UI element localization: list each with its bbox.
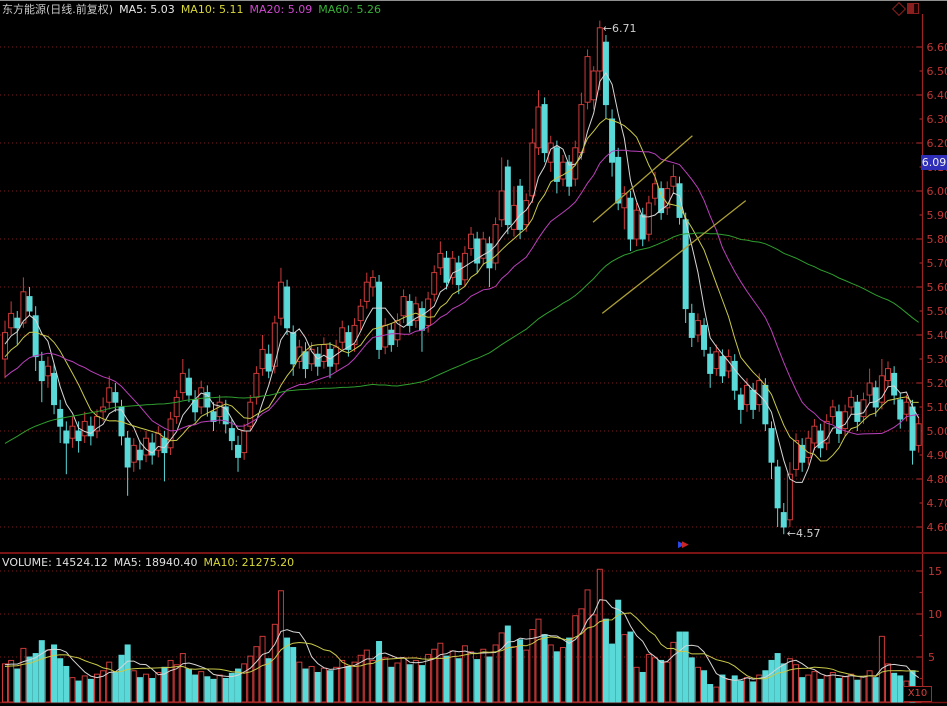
ma60-legend: MA60: 5.26 bbox=[318, 3, 381, 16]
main-chart-header: 东方能源(日线.前复权) MA5: 5.03 MA10: 5.11 MA20: 5.0… bbox=[2, 1, 387, 17]
ma10-legend: MA10: 5.11 bbox=[181, 3, 244, 16]
svg-text:4.60: 4.60 bbox=[927, 521, 947, 534]
svg-text:6.50: 6.50 bbox=[927, 65, 947, 78]
svg-text:5.40: 5.40 bbox=[927, 329, 947, 342]
volume-bars bbox=[3, 569, 922, 702]
high-price-annotation: ←6.71 bbox=[603, 22, 637, 35]
svg-text:6.40: 6.40 bbox=[927, 89, 947, 102]
svg-text:5.00: 5.00 bbox=[927, 425, 947, 438]
svg-text:5.10: 5.10 bbox=[927, 401, 947, 414]
symbol-title: 东方能源(日线.前复权) bbox=[2, 3, 113, 16]
ma5-legend: MA5: 5.03 bbox=[119, 3, 175, 16]
volume-gridlines bbox=[0, 571, 923, 657]
svg-text:15: 15 bbox=[928, 565, 942, 578]
ma20-legend: MA20: 5.09 bbox=[250, 3, 313, 16]
svg-text:5.20: 5.20 bbox=[927, 377, 947, 390]
svg-text:5.90: 5.90 bbox=[927, 209, 947, 222]
page-forward-control[interactable]: ▶▶ bbox=[678, 540, 686, 550]
candlestick-chart[interactable]: 6.606.506.406.306.206.106.005.905.805.70… bbox=[0, 0, 947, 706]
ma60-line bbox=[5, 233, 919, 443]
last-price-axis-marker: 6.09 bbox=[921, 155, 947, 170]
svg-text:5.30: 5.30 bbox=[927, 353, 947, 366]
ma20-line bbox=[5, 150, 919, 434]
volume-multiplier-label: X10 bbox=[903, 686, 932, 702]
svg-text:6.20: 6.20 bbox=[927, 137, 947, 150]
right-price-axis: 6.606.506.406.306.206.106.005.905.805.70… bbox=[917, 14, 947, 703]
stock-chart-window: 6.606.506.406.306.206.106.005.905.805.70… bbox=[0, 0, 947, 706]
svg-text:4.80: 4.80 bbox=[927, 473, 947, 486]
volume-header: VOLUME: 14524.12 MA5: 18940.40 MA10: 21275… bbox=[2, 556, 300, 569]
svg-text:5.60: 5.60 bbox=[927, 281, 947, 294]
svg-text:4.90: 4.90 bbox=[927, 449, 947, 462]
svg-text:6.00: 6.00 bbox=[927, 185, 947, 198]
forward-red-icon[interactable]: ▶ bbox=[682, 540, 686, 550]
ma-lines bbox=[5, 73, 919, 483]
volume-value: VOLUME: 14524.12 bbox=[2, 556, 108, 569]
volume-ma5-legend: MA5: 18940.40 bbox=[114, 556, 198, 569]
svg-text:6.60: 6.60 bbox=[927, 41, 947, 54]
svg-text:5.50: 5.50 bbox=[927, 305, 947, 318]
svg-text:10: 10 bbox=[928, 608, 942, 621]
svg-text:5: 5 bbox=[928, 651, 935, 664]
svg-text:5.80: 5.80 bbox=[927, 233, 947, 246]
low-price-annotation: ←4.57 bbox=[787, 527, 821, 540]
svg-text:4.70: 4.70 bbox=[927, 497, 947, 510]
svg-text:6.30: 6.30 bbox=[927, 113, 947, 126]
window-icon[interactable] bbox=[907, 3, 919, 14]
volume-ma10-legend: MA10: 21275.20 bbox=[203, 556, 294, 569]
svg-text:5.70: 5.70 bbox=[927, 257, 947, 270]
